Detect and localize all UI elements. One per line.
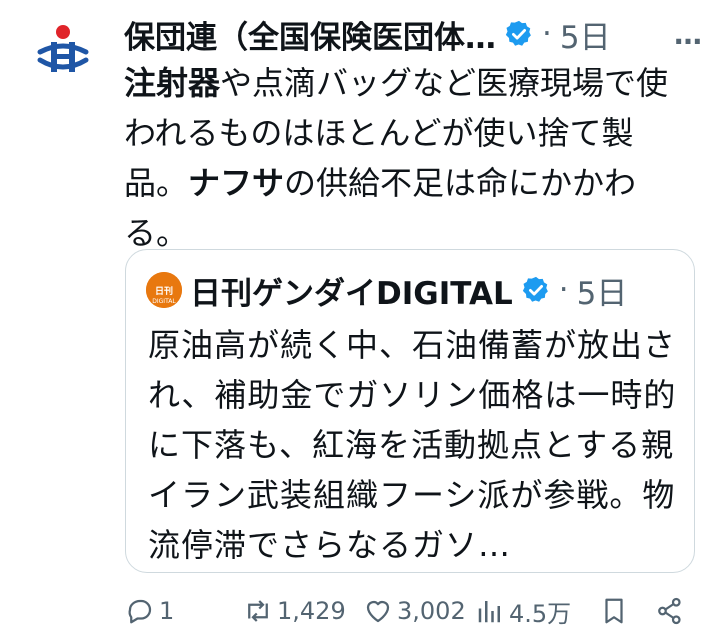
tweet-header: 保団連（全国保険医団体… · 5日 …	[124, 10, 704, 58]
retweet-icon	[248, 600, 268, 622]
action-bar: 1 1,429 3,002 4.5万	[125, 590, 695, 632]
share-button[interactable]	[655, 590, 685, 632]
reply-button[interactable]: 1	[125, 590, 174, 632]
svg-text:DIGITAL: DIGITAL	[152, 298, 176, 305]
timestamp[interactable]: 5日	[560, 12, 611, 57]
share-icon	[658, 597, 681, 625]
separator-dot: ·	[558, 272, 569, 308]
verified-badge-icon	[505, 20, 531, 46]
retweet-count: 1,429	[277, 597, 346, 625]
text-bold-1: 注射器	[124, 64, 221, 102]
heart-icon	[366, 600, 390, 623]
like-count: 3,002	[397, 597, 466, 625]
hodanren-logo-icon	[37, 25, 89, 72]
quote-text: 原油高が続く中、石油備蓄が放出され、補助金でガソリン価格は一時的に下落も、紅海を…	[148, 326, 677, 564]
bookmark-button[interactable]	[599, 590, 629, 632]
svg-text:日刊: 日刊	[155, 285, 173, 297]
verified-badge-icon	[522, 276, 548, 302]
quote-avatar: 日刊 DIGITAL	[146, 272, 182, 308]
tweet-text: 注射器や点滴バッグなど医療現場で使われるものはほとんどが使い捨て製品。ナフサの供…	[124, 58, 684, 258]
avatar[interactable]	[34, 20, 92, 78]
text-bold-2: ナフサ	[188, 164, 285, 202]
views-chart-icon	[478, 601, 500, 623]
reply-count: 1	[159, 597, 175, 625]
bookmark-icon	[605, 598, 623, 624]
views-button[interactable]: 4.5万	[475, 590, 571, 632]
view-count: 4.5万	[509, 599, 572, 628]
separator-dot: ·	[542, 16, 552, 52]
retweet-button[interactable]: 1,429	[243, 590, 346, 632]
quote-author-name: 日刊ゲンダイDIGITAL	[190, 275, 513, 312]
author-name[interactable]: 保団連（全国保険医団体…	[124, 12, 496, 57]
quoted-tweet[interactable]: 日刊 DIGITAL 日刊ゲンダイDIGITAL · 5日 原油高が続く中、石油…	[125, 249, 695, 573]
more-options-icon[interactable]: …	[674, 18, 704, 51]
like-button[interactable]: 3,002	[363, 590, 466, 632]
reply-icon	[128, 599, 152, 624]
quote-timestamp: 5日	[576, 275, 628, 312]
nikkan-gendai-logo-icon: 日刊 DIGITAL	[146, 272, 182, 308]
quote-header: 日刊ゲンダイDIGITAL · 5日	[190, 266, 690, 314]
